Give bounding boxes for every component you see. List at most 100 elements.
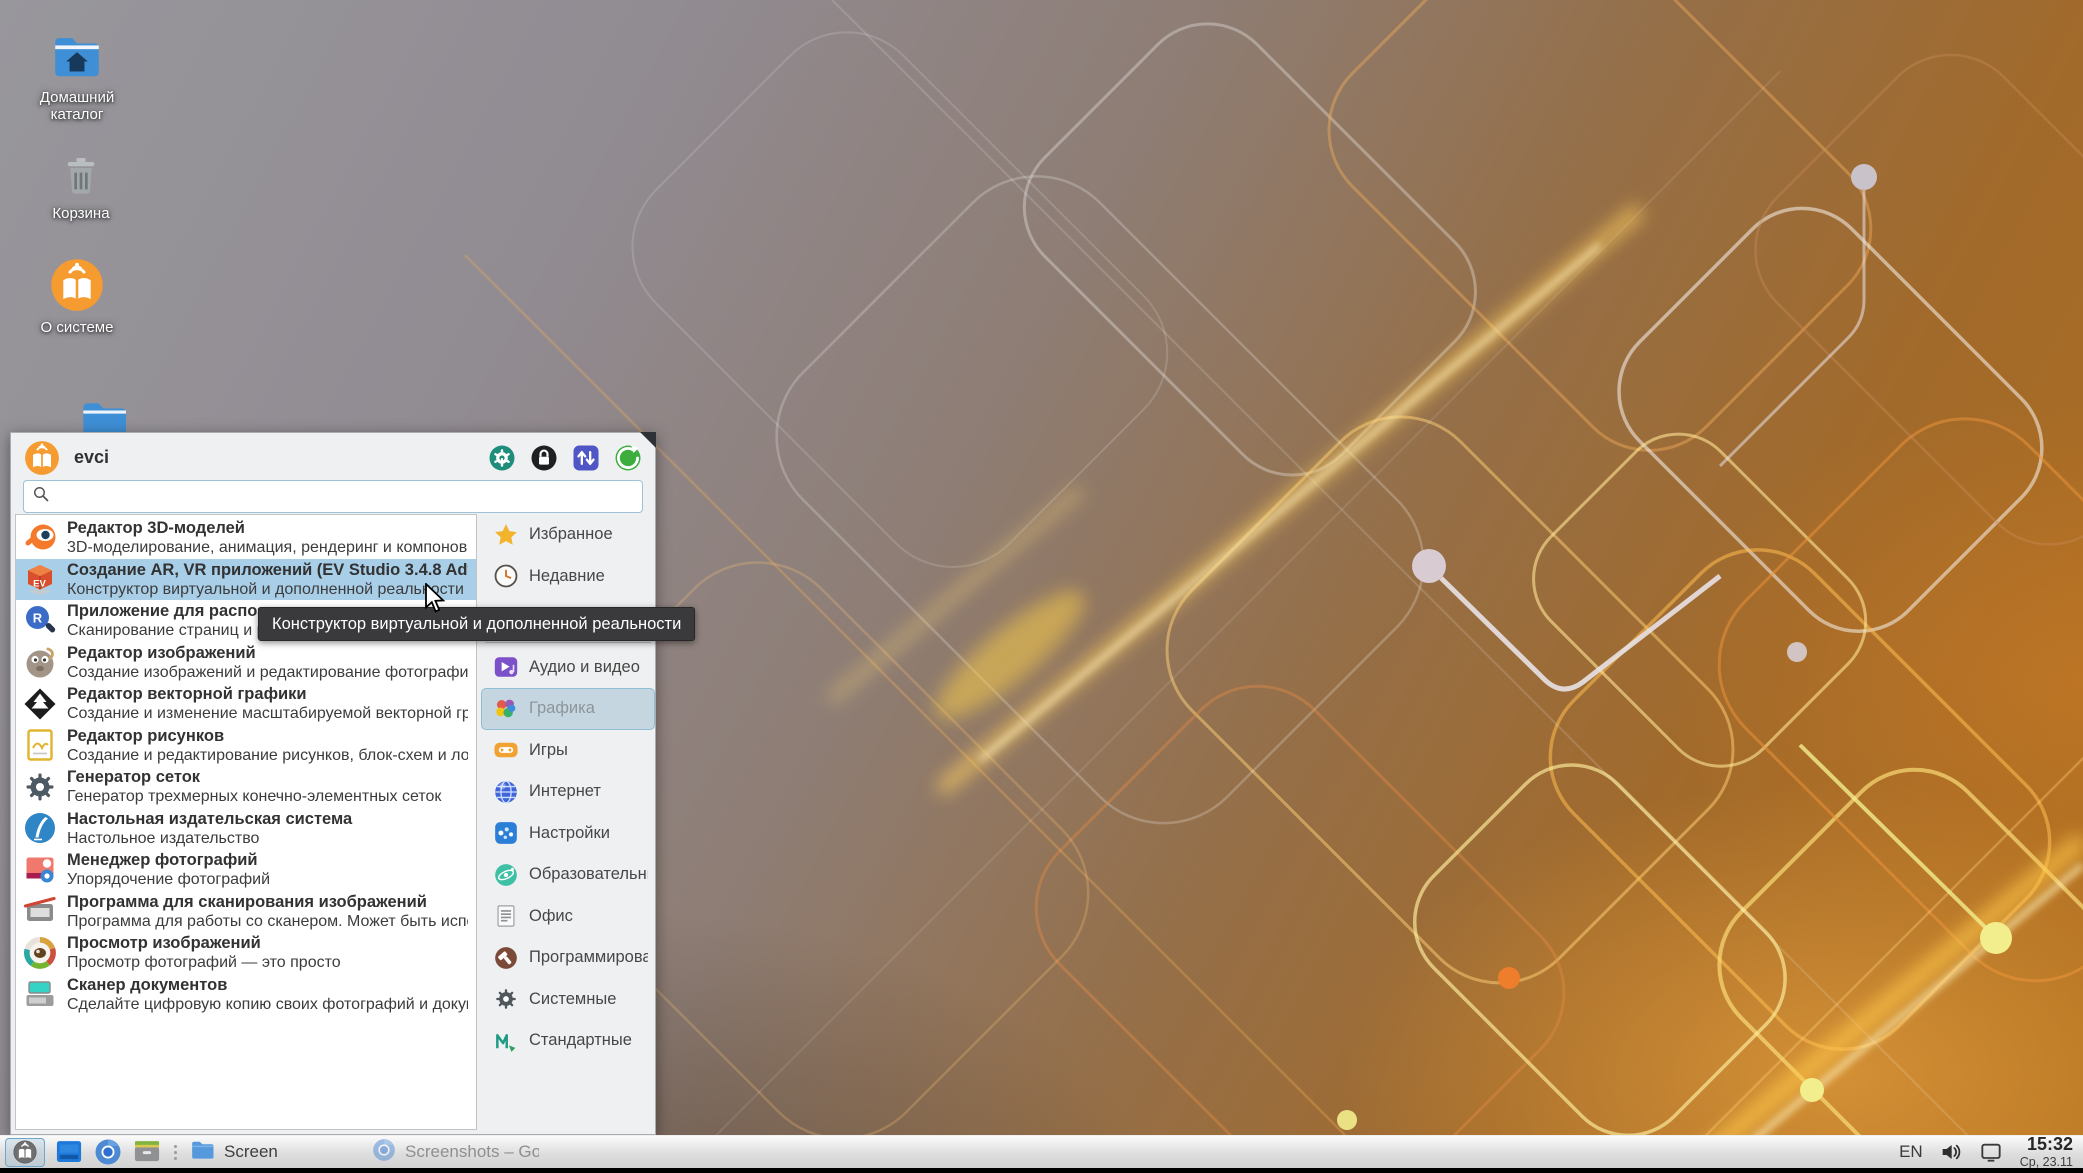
ocr-icon: R: [22, 603, 58, 639]
desktop-icon-label: Домашний каталог: [22, 89, 132, 123]
app-list-item[interactable]: Генератор сеток Генератор трехмерных кон…: [16, 766, 476, 808]
desktop-screen: Домашний каталог Корзина О системе evci …: [0, 0, 2083, 1173]
mesh-generator-icon: [22, 769, 58, 805]
image-viewer-icon: [22, 935, 58, 971]
app-list-item[interactable]: Редактор рисунков Создание и редактирова…: [16, 725, 476, 767]
show-desktop-button[interactable]: [54, 1137, 84, 1167]
app-subtitle: Создание изображений и редактирование фо…: [67, 663, 468, 682]
category-item[interactable]: Образовательные: [481, 854, 655, 896]
app-list-item[interactable]: EV Создание AR, VR приложений (EV Studio…: [16, 559, 476, 601]
app-subtitle: Программа для работы со сканером. Может …: [67, 912, 468, 931]
leave-button[interactable]: [613, 443, 643, 473]
app-title: Просмотр изображений: [67, 933, 468, 953]
switch-user-button[interactable]: [571, 443, 601, 473]
scribus-icon: [22, 810, 58, 846]
graphics-icon: [493, 696, 519, 722]
app-list-item[interactable]: Редактор изображений Создание изображени…: [16, 642, 476, 684]
mouse-cursor: [424, 583, 450, 618]
app-title: Редактор 3D-моделей: [67, 518, 468, 538]
taskbar-task[interactable]: Screen: [190, 1137, 358, 1168]
category-label: Стандартные: [529, 1031, 632, 1050]
ev-studio-icon: EV: [22, 561, 58, 597]
app-list-item[interactable]: Редактор 3D-моделей 3D-моделирование, ан…: [16, 517, 476, 559]
app-subtitle: Сделайте цифровую копию своих фотографий…: [67, 995, 468, 1014]
category-item[interactable]: Графика: [481, 688, 655, 730]
keyboard-layout-indicator[interactable]: EN: [1899, 1142, 1923, 1162]
app-title: Менеджер фотографий: [67, 850, 468, 870]
app-list-item[interactable]: Сканер документов Сделайте цифровую копи…: [16, 974, 476, 1016]
svg-text:EV: EV: [33, 579, 46, 590]
volume-icon[interactable]: [1940, 1140, 1964, 1164]
category-item[interactable]: Аудио и видео: [481, 647, 655, 689]
app-list-item[interactable]: Настольная издательская система Настольн…: [16, 808, 476, 850]
app-title: Сканер документов: [67, 975, 468, 995]
desktop-icon-label: О системе: [41, 319, 114, 336]
category-label: Аудио и видео: [529, 658, 640, 677]
system-icon: [493, 986, 519, 1012]
app-list-item[interactable]: Менеджер фотографий Упорядочение фотогра…: [16, 849, 476, 891]
category-label: Офис: [529, 907, 573, 926]
desktop-icon[interactable]: Корзина: [26, 152, 136, 222]
category-item[interactable]: Недавние: [481, 556, 655, 598]
folder-blue-icon: [190, 1137, 216, 1168]
desktop-icon[interactable]: О системе: [22, 256, 132, 336]
digital-clock[interactable]: 15:32 Ср, 23.11: [2020, 1135, 2073, 1169]
doc-scanner-icon: [22, 976, 58, 1012]
desktop-icon[interactable]: Домашний каталог: [22, 28, 132, 123]
browser-button[interactable]: [93, 1137, 123, 1167]
category-item[interactable]: Избранное: [481, 514, 655, 556]
about-system-icon: [48, 256, 106, 314]
chromium-faded-icon: [371, 1137, 397, 1168]
category-label: Интернет: [529, 782, 601, 801]
category-item[interactable]: Стандартные: [481, 1020, 655, 1062]
system-settings-button[interactable]: [487, 443, 517, 473]
xsane-icon: [22, 893, 58, 929]
category-label: Недавние: [529, 567, 605, 586]
app-title: Создание AR, VR приложений (EV Studio 3.…: [67, 560, 468, 580]
settings-cat-icon: [493, 820, 519, 846]
programming-icon: [493, 945, 519, 971]
tray-icons: [1940, 1140, 2003, 1164]
draw-editor-icon: [22, 727, 58, 763]
app-subtitle: Генератор трехмерных конечно-элементных …: [67, 787, 468, 806]
menu-corner-fold: [640, 432, 656, 448]
category-label: Системные: [529, 990, 616, 1009]
app-list-item[interactable]: Просмотр изображений Просмотр фотографий…: [16, 932, 476, 974]
application-menu-button[interactable]: [5, 1138, 45, 1167]
standard-icon: [493, 1028, 519, 1054]
app-subtitle: Создание и редактирование рисунков, блок…: [67, 746, 468, 765]
category-item[interactable]: Интернет: [481, 771, 655, 813]
clock-time: 15:32: [2027, 1135, 2073, 1153]
photo-manager-icon: [22, 852, 58, 888]
app-list-item[interactable]: Редактор векторной графики Создание и из…: [16, 683, 476, 725]
office-icon: [493, 903, 519, 929]
search-input[interactable]: [56, 483, 634, 511]
taskbar-launchers: [5, 1137, 162, 1167]
category-label: Игры: [529, 741, 568, 760]
task-label: Screen: [224, 1142, 278, 1162]
audio-video-icon: [493, 654, 519, 680]
system-tray: EN 15:32 Ср, 23.11: [1899, 1135, 2083, 1169]
trash-icon: [57, 152, 105, 200]
category-item[interactable]: Настройки: [481, 813, 655, 855]
taskbar-task[interactable]: Screenshots – Google Дис...: [371, 1137, 539, 1168]
task-label: Screenshots – Google Дис...: [405, 1142, 539, 1162]
app-subtitle: 3D-моделирование, анимация, рендеринг и …: [67, 538, 468, 557]
category-item[interactable]: Программирование: [481, 937, 655, 979]
category-item[interactable]: Игры: [481, 730, 655, 772]
category-item[interactable]: Системные: [481, 979, 655, 1021]
app-subtitle: Просмотр фотографий — это просто: [67, 953, 468, 972]
clipboard-icon[interactable]: [1979, 1140, 2003, 1164]
app-title: Генератор сеток: [67, 767, 468, 787]
games-icon: [493, 737, 519, 763]
lock-screen-button[interactable]: [529, 443, 559, 473]
education-icon: [493, 862, 519, 888]
app-list-item[interactable]: Программа для сканирования изображений П…: [16, 891, 476, 933]
category-item[interactable]: Офис: [481, 896, 655, 938]
app-subtitle: Конструктор виртуальной и дополненной ре…: [67, 580, 468, 599]
app-subtitle: Создание и изменение масштабируемой вект…: [67, 704, 468, 723]
menu-header: evci: [11, 433, 655, 477]
category-label: Образовательные: [529, 865, 648, 884]
file-archive-button[interactable]: [132, 1137, 162, 1167]
internet-icon: [493, 779, 519, 805]
